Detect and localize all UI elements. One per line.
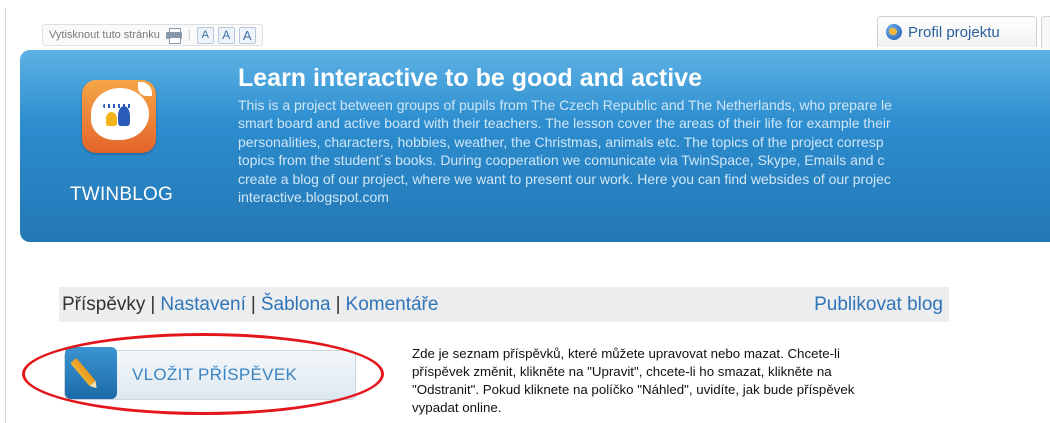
font-size-small-button[interactable]: A (196, 26, 214, 44)
highlight-ellipse (22, 333, 384, 415)
logo-label: TWINBLOG (70, 184, 173, 205)
font-size-medium-button[interactable]: A (217, 26, 235, 44)
globe-icon (886, 24, 902, 40)
description-line: smart board and active board with their … (238, 115, 891, 132)
nav-item-komentare[interactable]: Komentáře (346, 294, 439, 316)
publish-blog-link[interactable]: Publikovat blog (814, 294, 943, 316)
tab-label: Profil projektu (908, 23, 1000, 41)
tab-next[interactable] (1041, 16, 1050, 48)
blog-nav-bar: Příspěvky | Nastavení | Šablona | Koment… (59, 287, 949, 322)
tab-profil-projektu[interactable]: Profil projektu (877, 16, 1037, 47)
help-line: vypadat online. (412, 400, 502, 415)
page-border (5, 8, 6, 423)
help-line: "Odstranit". Pokud kliknete na políčko "… (412, 382, 855, 397)
description-line: This is a project between groups of pupi… (238, 97, 892, 113)
printer-icon[interactable] (165, 28, 182, 44)
project-title: Learn interactive to be good and active (238, 64, 703, 92)
nav-item-prispevky: Příspěvky (62, 293, 146, 315)
project-description: This is a project between groups of pupi… (238, 96, 1050, 236)
description-line: create a blog of our project, where we w… (238, 170, 891, 187)
posts-help-text: Zde je seznam příspěvků, které můžete up… (412, 345, 972, 417)
nav-item-sablona[interactable]: Šablona (261, 294, 331, 316)
nav-item-nastaveni[interactable]: Nastavení (160, 294, 246, 316)
nav-separator: | (150, 293, 156, 315)
font-size-large-button[interactable]: A (238, 26, 256, 44)
toolbar-separator: | (187, 29, 191, 41)
description-line: topics from the student´s books. During … (238, 152, 885, 169)
help-line: Zde je seznam příspěvků, které můžete up… (412, 346, 840, 361)
nav-separator: | (250, 293, 256, 315)
description-line: interactive.blogspot.com (238, 189, 389, 206)
help-line: příspěvek změnit, klikněte na "Upravit",… (412, 364, 832, 379)
description-line: personalities, characters, hobbies, weat… (238, 133, 884, 150)
print-page-link[interactable]: Vytisknout tuto stránku (49, 29, 160, 41)
print-toolbar: Vytisknout tuto stránku | A A A (42, 24, 263, 46)
nav-separator: | (335, 293, 341, 315)
